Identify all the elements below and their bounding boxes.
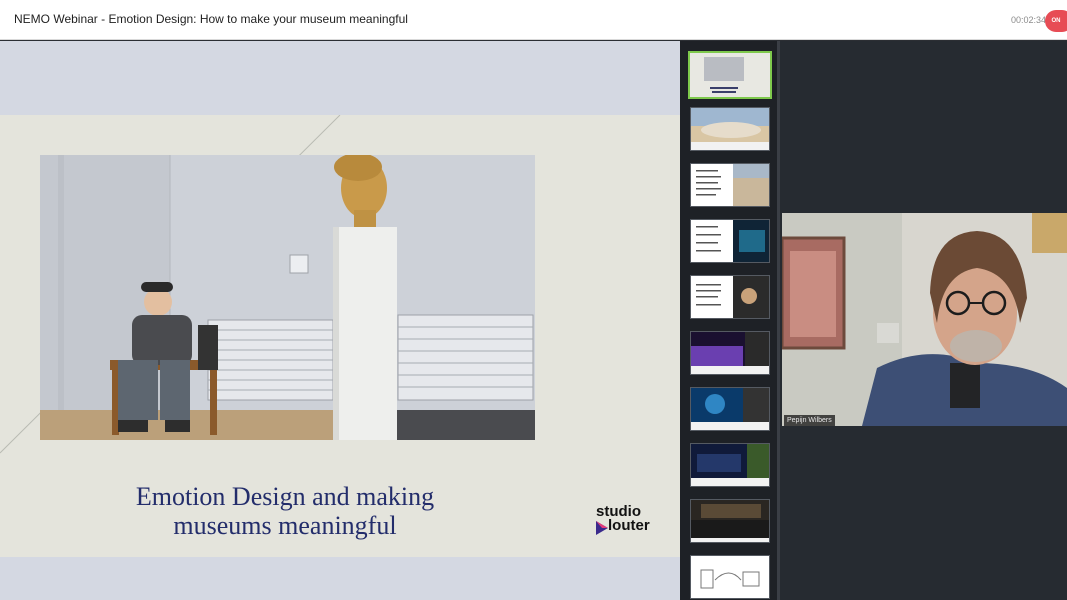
- thumbnail-image: [691, 556, 769, 598]
- thumbnail-image: [691, 108, 769, 150]
- presentation-area: Emotion Design and making museums meanin…: [0, 41, 680, 600]
- thumbnail-image: [690, 53, 770, 97]
- slide-thumbnail-4[interactable]: [690, 219, 770, 263]
- slide-thumbnail-2[interactable]: [690, 107, 770, 151]
- slide-title: Emotion Design and making museums meanin…: [135, 482, 435, 540]
- slide-photo: [40, 153, 535, 440]
- live-toggle-button[interactable]: ON: [1045, 10, 1067, 32]
- logo-mark-icon: [596, 521, 608, 535]
- slide-thumbnail-6[interactable]: [690, 331, 770, 375]
- elapsed-timer: 00:02:34: [1010, 15, 1046, 25]
- current-slide: Emotion Design and making museums meanin…: [0, 115, 680, 557]
- participant-video[interactable]: [782, 213, 1067, 426]
- slide-thumbnail-3[interactable]: [690, 163, 770, 207]
- top-bar: NEMO Webinar - Emotion Design: How to ma…: [0, 0, 1067, 40]
- thumbnail-image: [691, 332, 769, 374]
- slide-thumbnail-10[interactable]: [690, 555, 770, 599]
- speaker-video-image: [782, 213, 1067, 426]
- slide-thumbnail-7[interactable]: [690, 387, 770, 431]
- thumbnail-image: [691, 276, 769, 318]
- slide-thumbnail-8[interactable]: [690, 443, 770, 487]
- slide-thumbnail-1[interactable]: [688, 51, 772, 99]
- slide-thumbnail-5[interactable]: [690, 275, 770, 319]
- webinar-title: NEMO Webinar - Emotion Design: How to ma…: [14, 12, 408, 26]
- thumbnail-image: [691, 164, 769, 206]
- participant-name-tag: Pepijn Wilbers: [784, 415, 835, 426]
- thumbnail-image: [691, 444, 769, 486]
- thumbnail-image: [691, 220, 769, 262]
- slide-thumbnail-9[interactable]: [690, 499, 770, 543]
- thumbnail-image: [691, 388, 769, 430]
- thumbnail-image: [691, 500, 769, 542]
- museum-photo-image: [40, 153, 535, 440]
